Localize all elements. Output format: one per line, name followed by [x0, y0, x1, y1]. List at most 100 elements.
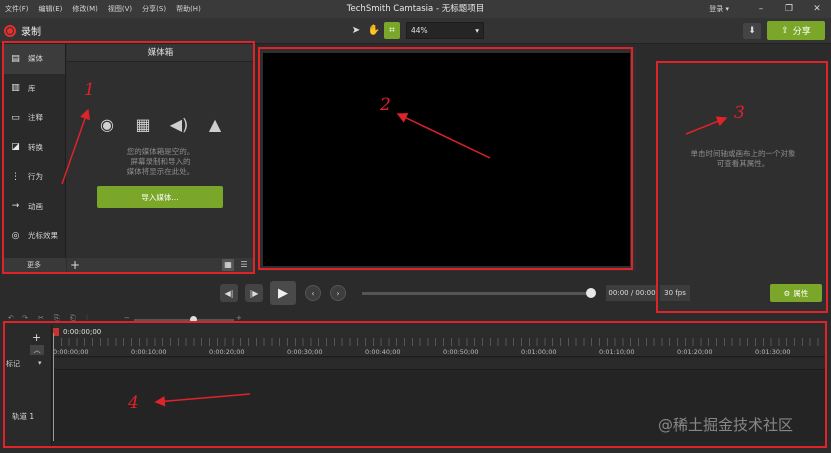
- copy-icon[interactable]: ⎘: [54, 314, 60, 323]
- record-circle-icon: ◉: [100, 114, 114, 134]
- sidebar-item-label: 库: [28, 83, 36, 93]
- login-menu[interactable]: 登录 ▾: [709, 4, 729, 14]
- more-button[interactable]: 更多: [2, 258, 66, 272]
- menu-share[interactable]: 分享(S): [137, 4, 171, 14]
- time-readout: 00:00 / 00:00: [606, 285, 658, 301]
- sidebar-item-annotations[interactable]: ▭ 注释: [2, 103, 65, 133]
- timeline-zoom-handle[interactable]: [190, 316, 197, 323]
- sidebar-item-label: 行为: [28, 172, 43, 182]
- video-icon: ▦: [135, 114, 151, 134]
- sidebar-item-transitions[interactable]: ◪ 转换: [2, 133, 65, 163]
- grid-view-icon[interactable]: ▦: [222, 259, 234, 271]
- properties-button[interactable]: ⚙ 属性: [770, 284, 822, 302]
- film-strip-icon: ▤: [11, 53, 20, 64]
- zoom-value: 44%: [411, 26, 428, 35]
- collapse-icon[interactable]: ︿: [30, 345, 44, 355]
- redo-icon[interactable]: ↷: [22, 314, 28, 322]
- tick-label: 0:00:30;00: [287, 348, 323, 356]
- download-icon[interactable]: ⬇: [743, 23, 761, 39]
- annotation-icon: ▭: [11, 112, 20, 123]
- annotation-number-4: 4: [128, 393, 139, 413]
- sidebar-item-label: 光标效果: [28, 231, 58, 241]
- tick-label: 0:00:00;00: [53, 348, 89, 356]
- timeline-toolbar: ↶ ↷ ✂ ⎘ ⎗ ⫶ − +: [0, 314, 831, 324]
- media-bin: 媒体箱 ◉ ▦ ◀) ▲ 您的媒体箱是空的。 屏幕录制和导入的 媒体将显示在此处…: [67, 44, 254, 272]
- zoom-out-icon[interactable]: −: [124, 314, 130, 322]
- tick-label: 0:01:00;00: [521, 348, 557, 356]
- scrubber-handle[interactable]: [586, 288, 596, 298]
- properties-panel: 单击时间轴或画布上的一个对象 可查看其属性。 ⚙ 属性: [658, 62, 828, 312]
- properties-empty-message: 单击时间轴或画布上的一个对象 可查看其属性。: [690, 149, 796, 168]
- prev-clip-icon[interactable]: ‹: [305, 285, 321, 301]
- media-bin-empty-message: 您的媒体箱是空的。 屏幕录制和导入的 媒体将显示在此处。: [126, 147, 195, 176]
- sidebar: ▤ 媒体 ▥ 库 ▭ 注释 ◪ 转换 ⋮ 行为 → 动画 ◎ 光标效果 更多: [2, 44, 66, 272]
- menu-edit[interactable]: 编辑(E): [34, 4, 68, 14]
- step-forward-icon[interactable]: |▶: [245, 284, 263, 302]
- share-button[interactable]: ⇪ 分享: [767, 21, 825, 40]
- undo-icon[interactable]: ↶: [8, 314, 14, 322]
- tick-label: 0:00:10;00: [131, 348, 167, 356]
- toolbar: 录制 ➤ ✋ ⌗ 44% ▾ ⬇ ⇪ 分享: [0, 18, 831, 44]
- behavior-icon: ⋮: [11, 171, 20, 182]
- record-label: 录制: [21, 27, 41, 38]
- animation-icon: →: [11, 201, 20, 212]
- left-panel: ▤ 媒体 ▥ 库 ▭ 注释 ◪ 转换 ⋮ 行为 → 动画 ◎ 光标效果 更多 媒…: [2, 44, 254, 272]
- chevron-down-icon: ▾: [475, 26, 479, 35]
- sidebar-item-behaviors[interactable]: ⋮ 行为: [2, 162, 65, 192]
- step-back-icon[interactable]: ◀|: [220, 284, 238, 302]
- menu-help[interactable]: 帮助(H): [171, 4, 206, 14]
- preview-canvas[interactable]: [263, 53, 630, 266]
- zoom-select[interactable]: 44% ▾: [406, 22, 484, 39]
- sidebar-item-label: 转换: [28, 142, 43, 152]
- playback-controls: ◀| |▶ ▶ ‹ › 00:00 / 00:00 30 fps: [0, 278, 690, 308]
- sidebar-item-label: 动画: [28, 201, 43, 211]
- list-view-icon[interactable]: ☰: [238, 259, 250, 271]
- tick-label: 0:01:30;00: [755, 348, 791, 356]
- add-track-icon[interactable]: +: [32, 331, 41, 344]
- hand-tool-icon[interactable]: ✋: [366, 22, 382, 39]
- play-button[interactable]: ▶: [270, 281, 296, 305]
- tick-label: 0:01:10;00: [599, 348, 635, 356]
- menu-view[interactable]: 视图(V): [103, 4, 137, 14]
- cut-icon[interactable]: ✂: [38, 314, 44, 322]
- record-icon: [4, 24, 16, 37]
- split-icon[interactable]: ⫶: [86, 314, 88, 323]
- library-icon: ▥: [11, 83, 20, 94]
- minimize-icon[interactable]: –: [747, 0, 775, 18]
- tick-label: 0:01:20;00: [677, 348, 713, 356]
- properties-label: 属性: [793, 288, 809, 298]
- next-clip-icon[interactable]: ›: [330, 285, 346, 301]
- transition-icon: ◪: [11, 142, 20, 153]
- close-icon[interactable]: ✕: [803, 0, 831, 18]
- restore-icon[interactable]: ❐: [775, 0, 803, 18]
- sidebar-item-media[interactable]: ▤ 媒体: [2, 44, 65, 74]
- annotation-number-3: 3: [734, 103, 745, 123]
- share-label: 分享: [792, 27, 811, 37]
- record-button[interactable]: 录制: [4, 23, 41, 38]
- menu-file[interactable]: 文件(F): [0, 4, 34, 14]
- import-media-button[interactable]: 导入媒体...: [97, 186, 223, 208]
- crop-tool-icon[interactable]: ⌗: [384, 22, 400, 39]
- timeline-zoom-slider[interactable]: [134, 319, 234, 321]
- marker-track[interactable]: [53, 358, 826, 370]
- playhead-time: 0:00:00;00: [63, 328, 102, 336]
- sidebar-item-cursor-effects[interactable]: ◎ 光标效果: [2, 221, 65, 251]
- zoom-in-icon[interactable]: +: [236, 314, 242, 322]
- cursor-effect-icon: ◎: [11, 230, 20, 241]
- track-label: 轨道 1: [12, 412, 35, 421]
- ruler-ticks: [53, 338, 826, 346]
- annotation-number-2: 2: [380, 95, 391, 115]
- menu-bar: 文件(F) 编辑(E) 修改(M) 视图(V) 分享(S) 帮助(H): [0, 0, 831, 18]
- sidebar-item-library[interactable]: ▥ 库: [2, 74, 65, 104]
- timeline-ruler[interactable]: 0:00:00;00 0:00:00;00 0:00:10;00 0:00:20…: [53, 325, 826, 357]
- menu-modify[interactable]: 修改(M): [67, 4, 103, 14]
- sidebar-item-animations[interactable]: → 动画: [2, 192, 65, 222]
- audio-icon: ◀): [169, 114, 189, 134]
- annotation-number-1: 1: [84, 80, 95, 100]
- paste-icon[interactable]: ⎗: [70, 314, 76, 323]
- chevron-down-icon[interactable]: ▾: [38, 359, 42, 367]
- scrubber-track[interactable]: [362, 292, 592, 295]
- add-icon[interactable]: +: [70, 258, 80, 272]
- sidebar-item-label: 媒体: [28, 54, 43, 64]
- arrow-tool-icon[interactable]: ➤: [348, 22, 364, 39]
